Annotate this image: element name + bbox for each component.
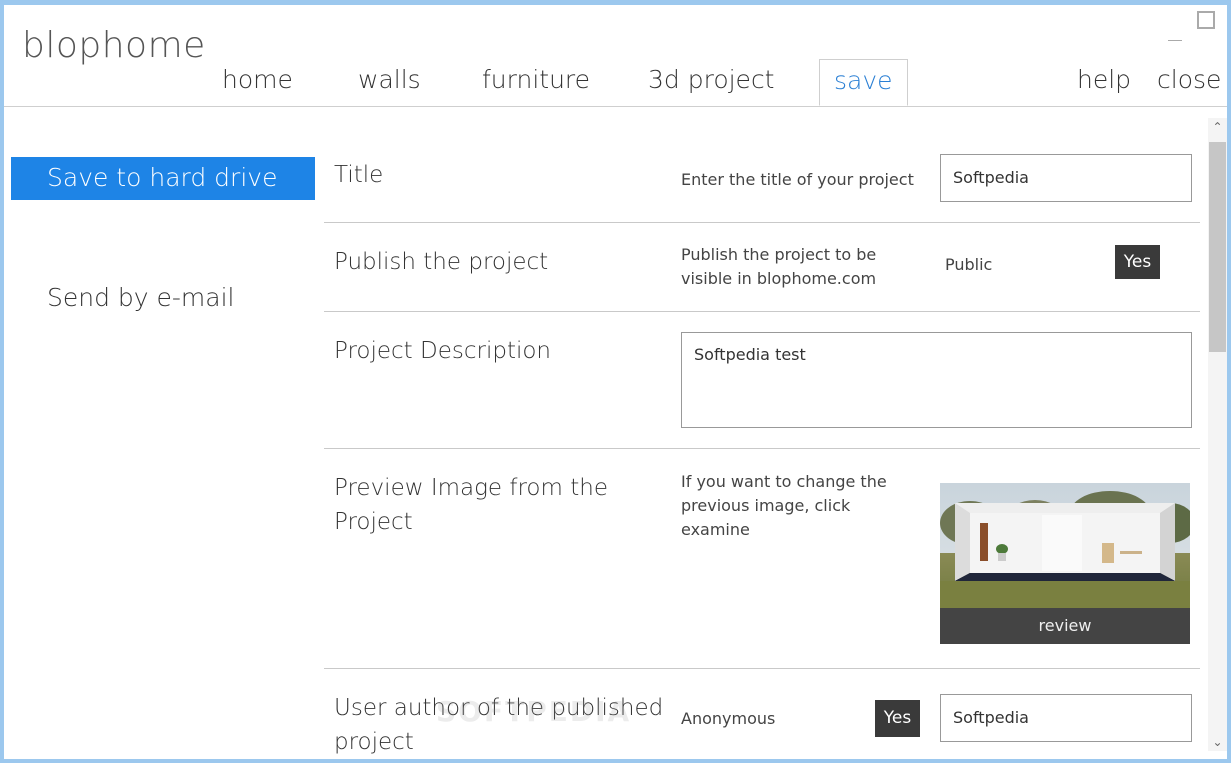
- publish-label: Publish the project: [334, 249, 549, 275]
- minimize-icon[interactable]: [1163, 19, 1187, 41]
- tab-walls[interactable]: walls: [358, 65, 421, 94]
- sidebar-item-send-by-email[interactable]: Send by e-mail: [11, 277, 315, 320]
- description-textarea[interactable]: Softpedia test: [681, 332, 1192, 428]
- scroll-down-icon[interactable]: ⌄: [1208, 733, 1227, 751]
- title-hint: Enter the title of your project: [681, 170, 914, 189]
- preview-image[interactable]: review: [940, 483, 1190, 644]
- scroll-up-icon[interactable]: ⌃: [1208, 118, 1227, 136]
- close-link[interactable]: close: [1157, 65, 1221, 94]
- watermark: SOFTPEDIA: [436, 695, 632, 728]
- header: blophome home walls furniture 3d project…: [4, 5, 1227, 107]
- title-label: Title: [334, 162, 384, 188]
- tab-save[interactable]: save: [819, 59, 908, 106]
- author-toggle-button[interactable]: Yes: [875, 700, 920, 737]
- save-form: Title Enter the title of your project So…: [324, 106, 1200, 759]
- publish-toggle-button[interactable]: Yes: [1115, 245, 1160, 279]
- title-row: Title Enter the title of your project So…: [324, 106, 1200, 223]
- preview-hint: If you want to change the previous image…: [681, 472, 887, 539]
- publish-hint: Publish the project to be visible in blo…: [681, 245, 877, 288]
- help-link[interactable]: help: [1077, 65, 1131, 94]
- maximize-icon[interactable]: [1197, 11, 1215, 29]
- scroll-thumb[interactable]: [1209, 142, 1226, 352]
- description-label: Project Description: [334, 338, 551, 364]
- vertical-scrollbar[interactable]: ⌃ ⌄: [1208, 118, 1227, 751]
- author-anonymous-label: Anonymous: [681, 709, 776, 728]
- publish-visibility: Public: [945, 255, 993, 274]
- main-nav: home walls furniture 3d project save hel…: [4, 59, 1227, 107]
- description-row: Project Description Softpedia test: [324, 312, 1200, 449]
- author-input[interactable]: Softpedia: [940, 694, 1192, 742]
- preview-label: Preview Image from the Project: [334, 475, 608, 535]
- app-window: blophome home walls furniture 3d project…: [0, 0, 1231, 763]
- review-button[interactable]: review: [940, 608, 1190, 644]
- preview-row: Preview Image from the Project If you wa…: [324, 449, 1200, 669]
- sidebar-item-save-to-hard-drive[interactable]: Save to hard drive: [11, 157, 315, 200]
- publish-row: Publish the project Publish the project …: [324, 223, 1200, 312]
- tab-furniture[interactable]: furniture: [482, 65, 590, 94]
- sidebar: Save to hard drive Send by e-mail: [11, 157, 315, 320]
- title-input[interactable]: Softpedia: [940, 154, 1192, 202]
- tab-3d-project[interactable]: 3d project: [648, 65, 775, 94]
- tab-home[interactable]: home: [222, 65, 293, 94]
